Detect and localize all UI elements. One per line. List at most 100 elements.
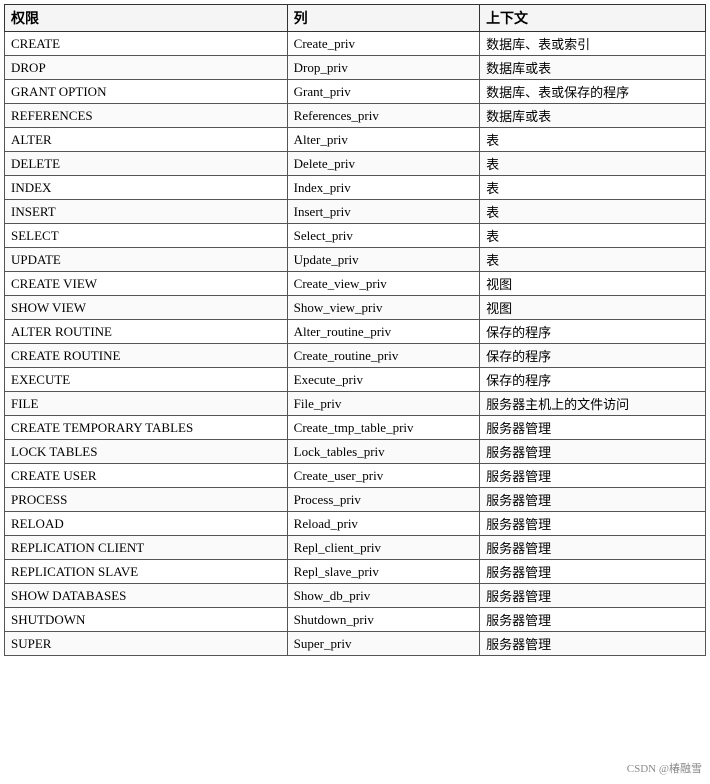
table-row: CREATE USERCreate_user_priv服务器管理 [5, 464, 706, 488]
table-cell: 数据库、表或保存的程序 [480, 80, 706, 104]
table-cell: CREATE VIEW [5, 272, 288, 296]
table-cell: ALTER ROUTINE [5, 320, 288, 344]
table-row: SUPERSuper_priv服务器管理 [5, 632, 706, 656]
col-header-privilege: 权限 [5, 5, 288, 32]
table-cell: REFERENCES [5, 104, 288, 128]
table-cell: DELETE [5, 152, 288, 176]
table-cell: CREATE USER [5, 464, 288, 488]
table-cell: INSERT [5, 200, 288, 224]
table-cell: Create_priv [287, 32, 479, 56]
table-cell: CREATE ROUTINE [5, 344, 288, 368]
table-cell: 表 [480, 200, 706, 224]
table-cell: Shutdown_priv [287, 608, 479, 632]
table-cell: ALTER [5, 128, 288, 152]
table-cell: Show_db_priv [287, 584, 479, 608]
table-cell: References_priv [287, 104, 479, 128]
table-cell: 服务器管理 [480, 584, 706, 608]
table-cell: REPLICATION CLIENT [5, 536, 288, 560]
table-cell: 数据库或表 [480, 104, 706, 128]
col-header-context: 上下文 [480, 5, 706, 32]
table-row: CREATE VIEWCreate_view_priv视图 [5, 272, 706, 296]
table-cell: LOCK TABLES [5, 440, 288, 464]
table-cell: Process_priv [287, 488, 479, 512]
table-cell: Insert_priv [287, 200, 479, 224]
table-row: CREATE TEMPORARY TABLESCreate_tmp_table_… [5, 416, 706, 440]
table-cell: INDEX [5, 176, 288, 200]
table-row: ALTER ROUTINEAlter_routine_priv保存的程序 [5, 320, 706, 344]
table-row: GRANT OPTIONGrant_priv数据库、表或保存的程序 [5, 80, 706, 104]
table-cell: 服务器管理 [480, 416, 706, 440]
table-row: INSERTInsert_priv表 [5, 200, 706, 224]
table-cell: Create_view_priv [287, 272, 479, 296]
table-cell: 视图 [480, 296, 706, 320]
table-row: REPLICATION CLIENTRepl_client_priv服务器管理 [5, 536, 706, 560]
table-cell: Repl_slave_priv [287, 560, 479, 584]
table-row: CREATECreate_priv数据库、表或索引 [5, 32, 706, 56]
table-cell: Delete_priv [287, 152, 479, 176]
table-cell: RELOAD [5, 512, 288, 536]
table-cell: Execute_priv [287, 368, 479, 392]
table-row: DROPDrop_priv数据库或表 [5, 56, 706, 80]
table-cell: CREATE TEMPORARY TABLES [5, 416, 288, 440]
table-cell: UPDATE [5, 248, 288, 272]
table-cell: 服务器管理 [480, 488, 706, 512]
table-row: FILEFile_priv服务器主机上的文件访问 [5, 392, 706, 416]
table-cell: FILE [5, 392, 288, 416]
table-cell: SHOW VIEW [5, 296, 288, 320]
table-row: SHUTDOWNShutdown_priv服务器管理 [5, 608, 706, 632]
watermark: CSDN @椿融雪 [627, 760, 702, 776]
table-cell: DROP [5, 56, 288, 80]
table-row: CREATE ROUTINECreate_routine_priv保存的程序 [5, 344, 706, 368]
table-cell: REPLICATION SLAVE [5, 560, 288, 584]
table-row: RELOADReload_priv服务器管理 [5, 512, 706, 536]
table-cell: 保存的程序 [480, 344, 706, 368]
main-container: 权限 列 上下文 CREATECreate_priv数据库、表或索引DROPDr… [0, 0, 710, 660]
table-cell: GRANT OPTION [5, 80, 288, 104]
table-cell: 表 [480, 224, 706, 248]
table-cell: 保存的程序 [480, 368, 706, 392]
table-cell: 服务器管理 [480, 440, 706, 464]
table-cell: Lock_tables_priv [287, 440, 479, 464]
table-cell: Alter_routine_priv [287, 320, 479, 344]
table-cell: Create_user_priv [287, 464, 479, 488]
table-cell: 服务器管理 [480, 632, 706, 656]
table-row: REFERENCESReferences_priv数据库或表 [5, 104, 706, 128]
table-cell: Select_priv [287, 224, 479, 248]
table-cell: Create_routine_priv [287, 344, 479, 368]
table-row: EXECUTEExecute_priv保存的程序 [5, 368, 706, 392]
table-cell: 表 [480, 152, 706, 176]
table-cell: EXECUTE [5, 368, 288, 392]
table-cell: Repl_client_priv [287, 536, 479, 560]
table-cell: 服务器主机上的文件访问 [480, 392, 706, 416]
table-row: SHOW VIEWShow_view_priv视图 [5, 296, 706, 320]
table-cell: Super_priv [287, 632, 479, 656]
table-cell: 表 [480, 248, 706, 272]
table-cell: CREATE [5, 32, 288, 56]
table-cell: 服务器管理 [480, 536, 706, 560]
table-row: LOCK TABLESLock_tables_priv服务器管理 [5, 440, 706, 464]
table-cell: Alter_priv [287, 128, 479, 152]
table-cell: Drop_priv [287, 56, 479, 80]
table-cell: File_priv [287, 392, 479, 416]
table-row: UPDATEUpdate_priv表 [5, 248, 706, 272]
table-cell: 保存的程序 [480, 320, 706, 344]
table-row: PROCESSProcess_priv服务器管理 [5, 488, 706, 512]
table-cell: Reload_priv [287, 512, 479, 536]
table-cell: SUPER [5, 632, 288, 656]
table-cell: PROCESS [5, 488, 288, 512]
table-row: SELECTSelect_priv表 [5, 224, 706, 248]
table-cell: 服务器管理 [480, 560, 706, 584]
table-row: REPLICATION SLAVERepl_slave_priv服务器管理 [5, 560, 706, 584]
table-cell: 表 [480, 176, 706, 200]
table-cell: 服务器管理 [480, 512, 706, 536]
table-row: SHOW DATABASESShow_db_priv服务器管理 [5, 584, 706, 608]
privileges-table: 权限 列 上下文 CREATECreate_priv数据库、表或索引DROPDr… [4, 4, 706, 656]
table-cell: 数据库或表 [480, 56, 706, 80]
table-cell: Update_priv [287, 248, 479, 272]
table-row: ALTERAlter_priv表 [5, 128, 706, 152]
table-cell: Show_view_priv [287, 296, 479, 320]
table-cell: 数据库、表或索引 [480, 32, 706, 56]
table-row: INDEXIndex_priv表 [5, 176, 706, 200]
table-cell: Grant_priv [287, 80, 479, 104]
table-cell: Create_tmp_table_priv [287, 416, 479, 440]
